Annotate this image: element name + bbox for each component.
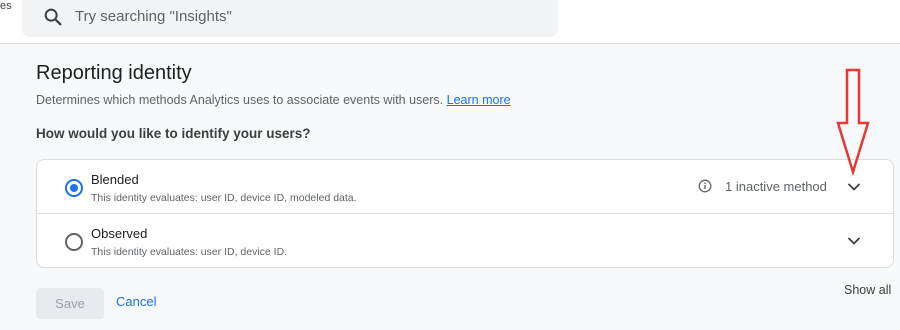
option-title: Observed (91, 226, 148, 241)
chevron-down-icon[interactable] (846, 233, 862, 249)
option-row-observed[interactable]: Observed This identity evaluates: user I… (37, 214, 893, 268)
search-icon (44, 8, 62, 26)
identity-question: How would you like to identify your user… (36, 126, 311, 141)
identity-options-card: Blended This identity evaluates: user ID… (36, 159, 894, 268)
chevron-down-icon[interactable] (846, 179, 862, 195)
learn-more-link[interactable]: Learn more (447, 93, 511, 107)
search-input[interactable]: Try searching "Insights" (75, 8, 232, 25)
edge-text: es (0, 0, 12, 12)
page-title: Reporting identity (36, 62, 192, 84)
inactive-method-label: 1 inactive method (725, 179, 827, 194)
page-description: Determines which methods Analytics uses … (36, 93, 511, 107)
search-bar[interactable]: Try searching "Insights" (22, 0, 558, 37)
save-button[interactable]: Save (36, 288, 104, 319)
option-title: Blended (91, 172, 139, 187)
radio-observed[interactable] (65, 233, 83, 251)
red-arrow-down-icon (836, 68, 870, 177)
cancel-button[interactable]: Cancel (116, 294, 156, 309)
description-text: Determines which methods Analytics uses … (36, 93, 444, 107)
info-icon[interactable] (698, 179, 712, 193)
radio-blended[interactable] (65, 179, 83, 197)
option-row-blended[interactable]: Blended This identity evaluates: user ID… (37, 160, 893, 214)
option-subtitle: This identity evaluates: user ID, device… (91, 246, 288, 258)
show-all-link[interactable]: Show all (844, 283, 891, 297)
option-subtitle: This identity evaluates: user ID, device… (91, 192, 357, 204)
